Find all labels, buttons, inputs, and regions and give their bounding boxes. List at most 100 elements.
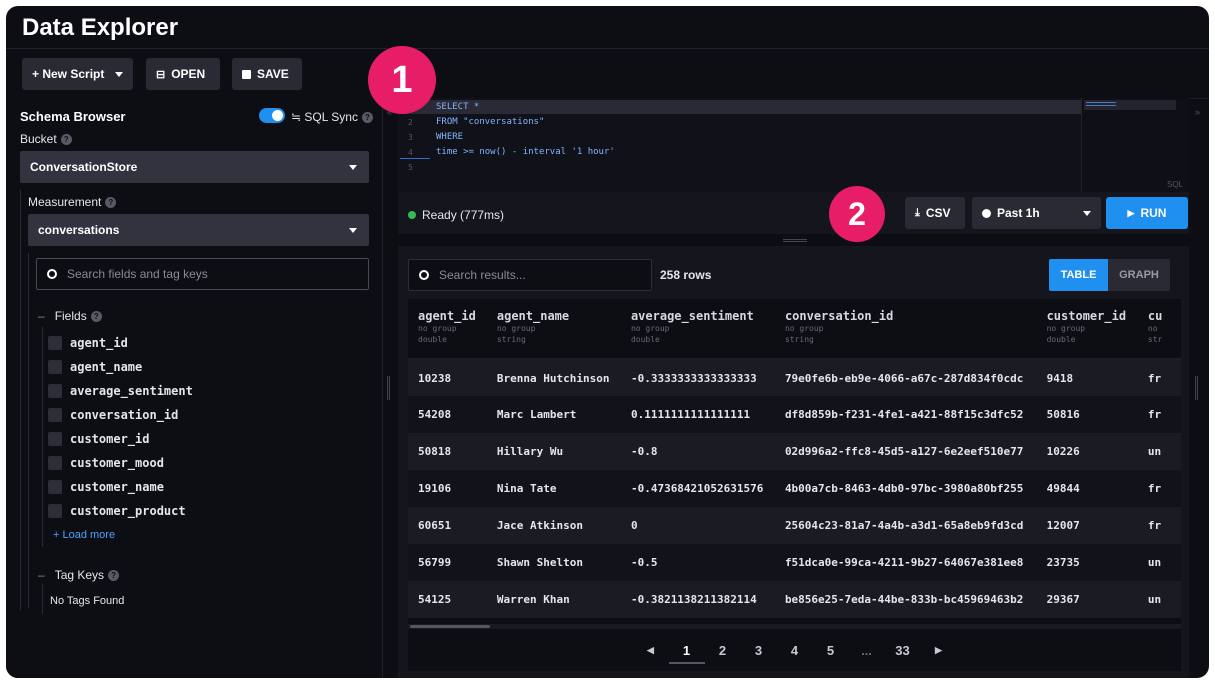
- help-icon[interactable]: ?: [90, 311, 102, 323]
- open-button[interactable]: ⊟ OPEN: [146, 58, 220, 90]
- table-row[interactable]: 10238 Brenna Hutchinson -0.333333333333333…: [408, 359, 1181, 396]
- table-row[interactable]: 54208 Marc Lambert 0.1111111111111111 df8d8…: [408, 396, 1181, 433]
- code-line: time >= now() - interval '1 hour': [436, 147, 615, 157]
- code-line: FROM "conversations": [436, 117, 545, 127]
- table-cell: 54125: [408, 581, 487, 618]
- field-item[interactable]: average_sentiment: [48, 381, 193, 401]
- field-item[interactable]: agent_id: [48, 333, 128, 353]
- schema-search-input[interactable]: Search fields and tag keys: [36, 258, 369, 290]
- resize-bar[interactable]: [398, 234, 1189, 246]
- time-range-value: Past 1h: [997, 206, 1040, 220]
- next-page-icon[interactable]: ▶: [921, 645, 957, 656]
- annotation-badge-1: 1: [368, 46, 436, 114]
- column-header[interactable]: agent_name no group string: [486, 299, 621, 360]
- editor-minimap[interactable]: SQL: [1081, 98, 1189, 192]
- field-checkbox[interactable]: [48, 408, 62, 422]
- fields-header[interactable]: – Fields?: [38, 309, 102, 323]
- scrollbar-thumb[interactable]: [410, 625, 490, 628]
- tag-keys-label: Tag Keys: [54, 568, 105, 582]
- panel-divider: [382, 98, 383, 678]
- column-header[interactable]: conversation_id no group string: [774, 299, 1037, 360]
- table-cell: Jace Atkinson: [486, 507, 621, 544]
- help-icon[interactable]: ?: [108, 570, 120, 582]
- sql-editor[interactable]: 1 2 3 4 5 SELECT * FROM "conversations" …: [398, 98, 1081, 192]
- field-item[interactable]: customer_name: [48, 477, 164, 497]
- field-item[interactable]: agent_name: [48, 357, 142, 377]
- table-cell: fr: [1137, 359, 1181, 396]
- query-status-bar: Ready (777ms) ⤓ CSV Past 1h ▶ RUN: [398, 192, 1189, 234]
- field-item[interactable]: conversation_id: [48, 405, 178, 425]
- drag-handle-icon[interactable]: [387, 376, 390, 400]
- page-number[interactable]: 5: [813, 643, 849, 658]
- table-cell: Marc Lambert: [486, 396, 621, 433]
- time-range-dropdown[interactable]: Past 1h: [972, 197, 1101, 229]
- table-cell: 10226: [1036, 433, 1138, 470]
- table-row[interactable]: 60651 Jace Atkinson 0 25604c23-81a7-4a4b-a3…: [408, 507, 1181, 544]
- table-cell: Nina Tate: [486, 470, 621, 507]
- table-cell: un: [1137, 581, 1181, 618]
- save-button[interactable]: SAVE: [232, 58, 302, 90]
- help-icon[interactable]: ?: [361, 112, 373, 124]
- column-header[interactable]: customer_id no group double: [1036, 299, 1138, 360]
- field-checkbox[interactable]: [48, 456, 62, 470]
- column-header[interactable]: agent_id no group double: [408, 299, 487, 360]
- table-cell: 4b00a7cb-8463-4db0-97bc-3980a80bf255: [774, 470, 1037, 507]
- table-row[interactable]: 54125 Warren Khan -0.3821138211382114 be856…: [408, 581, 1181, 618]
- run-button[interactable]: ▶ RUN: [1106, 197, 1188, 229]
- csv-download-button[interactable]: ⤓ CSV: [905, 197, 965, 229]
- page-number[interactable]: 33: [885, 643, 921, 658]
- measurement-dropdown[interactable]: conversations: [28, 214, 369, 246]
- table-cell: 12007: [1036, 507, 1138, 544]
- drag-handle-icon[interactable]: [1195, 376, 1198, 400]
- minimap-code: [1086, 102, 1116, 106]
- help-icon[interactable]: ?: [105, 197, 117, 209]
- code-line: WHERE: [436, 132, 464, 142]
- table-row[interactable]: 50818 Hillary Wu -0.8 02d996a2-ffc8-45d5-a1…: [408, 433, 1181, 470]
- table-cell: 9418: [1036, 359, 1138, 396]
- field-checkbox[interactable]: [48, 504, 62, 518]
- table-row[interactable]: 19106 Nina Tate -0.47368421052631576 4b00a7…: [408, 470, 1181, 507]
- field-name: customer_mood: [70, 456, 164, 470]
- results-search-input[interactable]: Search results...: [408, 259, 652, 291]
- prev-page-icon[interactable]: ◀: [633, 645, 669, 656]
- field-name: conversation_id: [70, 408, 179, 422]
- help-icon[interactable]: ?: [60, 134, 72, 146]
- field-checkbox[interactable]: [48, 384, 62, 398]
- bucket-dropdown[interactable]: ConversationStore: [20, 151, 369, 183]
- new-script-button[interactable]: + New Script: [22, 58, 133, 90]
- tree-guide-line: [42, 327, 43, 547]
- column-header[interactable]: cu no str: [1137, 299, 1181, 360]
- table-cell: 0: [620, 507, 775, 544]
- table-row[interactable]: 56799 Shawn Shelton -0.5 f51dca0e-99ca-4211…: [408, 544, 1181, 581]
- table-cell: 19106: [408, 470, 487, 507]
- field-checkbox[interactable]: [48, 336, 62, 350]
- tab-graph[interactable]: GRAPH: [1108, 259, 1170, 291]
- field-item[interactable]: customer_product: [48, 501, 186, 521]
- field-name: agent_id: [70, 336, 128, 350]
- no-tags-text: No Tags Found: [50, 595, 125, 607]
- page-number[interactable]: 4: [777, 643, 813, 658]
- table-cell: -0.3821138211382114: [620, 581, 775, 618]
- page-number[interactable]: 3: [741, 643, 777, 658]
- folder-icon: ⊟: [156, 68, 166, 81]
- column-header[interactable]: average_sentiment no group double: [620, 299, 775, 360]
- page-number[interactable]: 2: [705, 643, 741, 658]
- sql-sync-label-wrap: ≒ SQL Sync?: [291, 110, 373, 124]
- tab-table[interactable]: TABLE: [1049, 259, 1108, 291]
- current-line-highlight: [398, 100, 1081, 114]
- page-number[interactable]: 1: [668, 643, 705, 664]
- bucket-label: Bucket: [20, 132, 57, 146]
- field-checkbox[interactable]: [48, 432, 62, 446]
- load-more-link[interactable]: + Load more: [53, 529, 115, 541]
- table-cell: -0.5: [620, 544, 775, 581]
- collapse-right-icon[interactable]: »: [1195, 107, 1200, 117]
- sql-sync-toggle[interactable]: [259, 108, 285, 123]
- field-checkbox[interactable]: [48, 480, 62, 494]
- pagination: ◀ 1 2 3 4 5 ... 33 ▶: [408, 629, 1181, 671]
- table-cell: 29367: [1036, 581, 1138, 618]
- field-checkbox[interactable]: [48, 360, 62, 374]
- field-item[interactable]: customer_mood: [48, 453, 164, 473]
- field-item[interactable]: customer_id: [48, 429, 149, 449]
- table-cell: 10238: [408, 359, 487, 396]
- tag-keys-header[interactable]: – Tag Keys?: [38, 568, 120, 582]
